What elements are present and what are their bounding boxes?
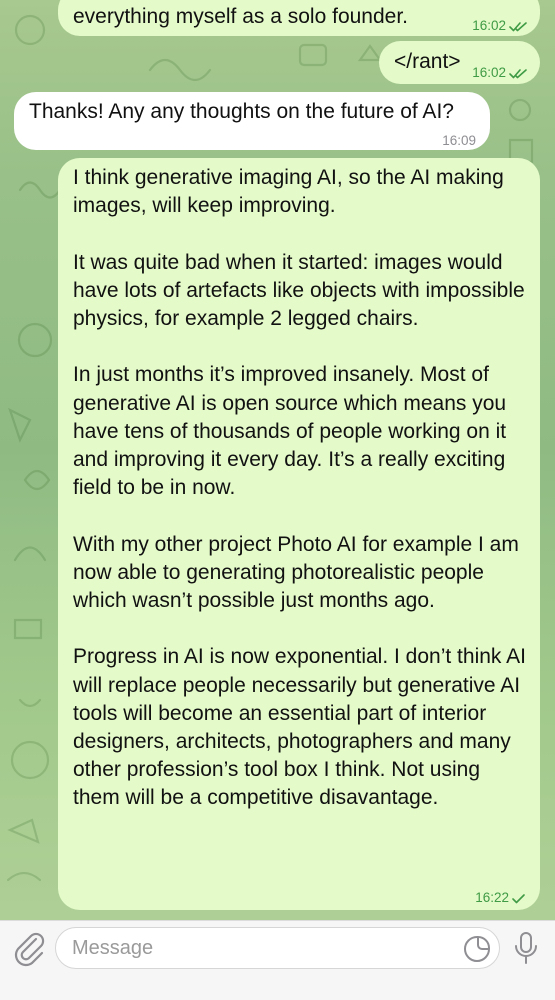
message-composer (0, 920, 555, 1000)
message-paragraph: I think generative imaging AI, so the AI… (73, 166, 504, 218)
paperclip-icon[interactable] (12, 929, 46, 967)
message-paragraph: In just months it’s improved insanely. M… (73, 363, 507, 500)
double-check-icon (509, 68, 528, 79)
message-paragraph: With my other project Photo AI for examp… (73, 532, 519, 612)
incoming-message[interactable]: Thanks! Any any thoughts on the future o… (14, 92, 490, 150)
double-check-icon (509, 21, 528, 32)
message-meta: 16:22 (475, 884, 526, 912)
message-body: I think generative imaging AI, so the AI… (73, 164, 528, 813)
message-time: 16:22 (475, 890, 509, 905)
microphone-icon[interactable] (513, 931, 539, 967)
message-paragraph: Progress in AI is now exponential. I don… (73, 645, 526, 810)
message-text: everything myself as a solo founder. (73, 5, 409, 28)
message-text: </rant> (394, 50, 461, 73)
chat-area[interactable]: everything myself as a solo founder. 16:… (0, 0, 555, 920)
message-meta: 16:09 (442, 127, 476, 155)
outgoing-message[interactable]: </rant> 16:02 (379, 41, 540, 84)
message-time: 16:09 (442, 133, 476, 148)
message-input[interactable] (55, 927, 500, 969)
message-time: 16:02 (472, 18, 506, 33)
outgoing-message[interactable]: I think generative imaging AI, so the AI… (58, 158, 540, 910)
single-check-icon (512, 893, 526, 904)
message-meta: 16:02 (472, 59, 528, 87)
message-meta: 16:02 (472, 12, 528, 40)
outgoing-message[interactable]: everything myself as a solo founder. 16:… (58, 0, 540, 36)
message-text: Thanks! Any any thoughts on the future o… (29, 100, 454, 123)
message-paragraph: It was quite bad when it started: images… (73, 250, 525, 330)
message-time: 16:02 (472, 65, 506, 80)
sticker-icon[interactable] (463, 935, 491, 963)
